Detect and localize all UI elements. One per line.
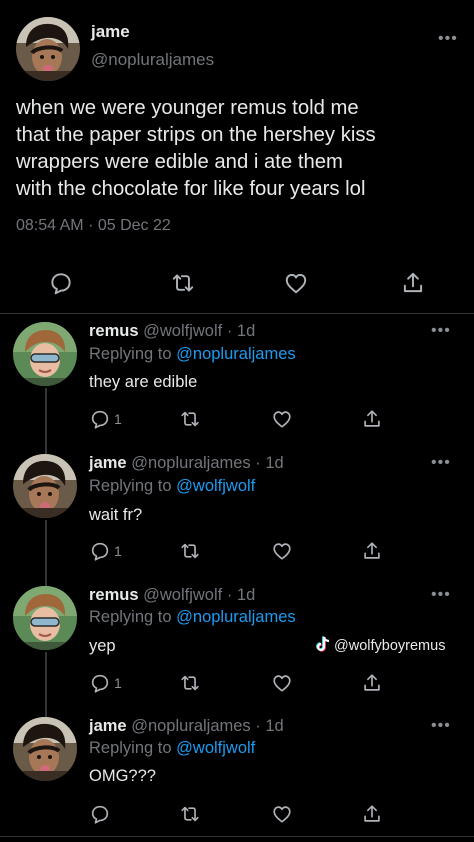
reply-text: they are edible <box>89 373 198 391</box>
retweet-icon[interactable] <box>179 408 201 430</box>
replying-to-label: Replying to <box>89 608 172 626</box>
reply-age: 1d <box>236 322 256 340</box>
separator: · <box>226 322 233 340</box>
more-icon[interactable]: ••• <box>431 454 451 472</box>
replying-to-handle[interactable]: @nopluraljames <box>176 345 295 363</box>
avatar-image <box>13 454 77 518</box>
avatar-image <box>13 322 77 386</box>
replying-to-label: Replying to <box>89 345 172 363</box>
separator: · <box>255 454 261 472</box>
display-name[interactable]: jame <box>91 22 130 42</box>
heart-icon[interactable] <box>271 803 293 825</box>
tweet-text-line: that the paper strips on the hershey kis… <box>16 124 376 146</box>
avatar[interactable] <box>13 586 77 650</box>
more-icon[interactable]: ••• <box>431 717 451 735</box>
reply-header: jame @nopluraljames · 1d <box>89 454 284 473</box>
reply-icon[interactable] <box>89 803 111 825</box>
handle[interactable]: @nopluraljames <box>131 454 250 472</box>
heart-icon[interactable] <box>283 270 309 296</box>
share-icon[interactable] <box>361 672 383 694</box>
replying-to-handle[interactable]: @wolfjwolf <box>176 739 255 757</box>
avatar[interactable] <box>13 717 77 781</box>
reply-text: yep <box>89 637 116 655</box>
tweet-date[interactable]: 05 Dec 22 <box>98 217 171 234</box>
timestamp: 08:54 AM · 05 Dec 22 <box>16 217 171 235</box>
tweet-text-line: wrappers were edible and i ate them <box>16 151 343 173</box>
reply-text: OMG??? <box>89 767 156 785</box>
tiktok-watermark: @wolfyboyremus <box>316 636 445 654</box>
reply-text: wait fr? <box>89 506 143 524</box>
avatar-image <box>16 17 80 81</box>
heart-icon[interactable] <box>271 408 293 430</box>
reply-header: remus @wolfjwolf · 1d <box>89 586 255 605</box>
avatar-image <box>13 586 77 650</box>
reply-header: jame @nopluraljames · 1d <box>89 717 284 736</box>
replying-to: Replying to @wolfjwolf <box>89 739 255 758</box>
thread-line <box>45 520 47 586</box>
separator: · <box>255 717 261 735</box>
avatar-image <box>13 717 77 781</box>
more-icon[interactable]: ••• <box>431 322 451 340</box>
handle[interactable]: @wolfjwolf <box>143 322 222 340</box>
replying-to: Replying to @wolfjwolf <box>89 477 255 496</box>
avatar[interactable] <box>13 454 77 518</box>
reply-header: remus @wolfjwolf · 1d <box>89 322 255 341</box>
heart-icon[interactable] <box>271 540 293 562</box>
separator: · <box>88 217 94 234</box>
thread-line <box>45 652 47 718</box>
handle[interactable]: @nopluraljames <box>91 50 214 70</box>
retweet-icon[interactable] <box>170 270 196 296</box>
tweet-time[interactable]: 08:54 AM <box>16 217 84 234</box>
reply-age: 1d <box>265 454 284 472</box>
more-icon[interactable]: ••• <box>431 586 451 604</box>
retweet-icon[interactable] <box>179 803 201 825</box>
replying-to-label: Replying to <box>89 477 172 495</box>
share-icon[interactable] <box>361 803 383 825</box>
replying-to-label: Replying to <box>89 739 172 757</box>
reply-count: 1 <box>114 411 122 427</box>
display-name[interactable]: remus <box>89 586 139 604</box>
replying-to: Replying to @nopluraljames <box>89 345 296 364</box>
replying-to-handle[interactable]: @nopluraljames <box>176 608 295 626</box>
avatar[interactable] <box>16 17 80 81</box>
replying-to: Replying to @nopluraljames <box>89 608 296 627</box>
tweet-text-line: with the chocolate for like four years l… <box>16 178 366 200</box>
divider <box>0 836 474 837</box>
reply-icon[interactable] <box>89 672 111 694</box>
heart-icon[interactable] <box>271 672 293 694</box>
watermark-handle: @wolfyboyremus <box>334 638 446 654</box>
avatar[interactable] <box>13 322 77 386</box>
share-icon[interactable] <box>361 540 383 562</box>
display-name[interactable]: remus <box>89 322 139 340</box>
reply-icon[interactable] <box>89 408 111 430</box>
tiktok-icon <box>316 636 330 652</box>
display-name[interactable]: jame <box>89 717 127 735</box>
more-icon[interactable]: ••• <box>438 30 458 48</box>
share-icon[interactable] <box>400 270 426 296</box>
reply-icon[interactable] <box>48 270 74 296</box>
replying-to-handle[interactable]: @wolfjwolf <box>176 477 255 495</box>
reply-icon[interactable] <box>89 540 111 562</box>
thread-line <box>45 388 47 454</box>
reply-age: 1d <box>236 586 256 604</box>
share-icon[interactable] <box>361 408 383 430</box>
tweet-text-line: when we were younger remus told me <box>16 97 359 119</box>
divider <box>0 313 474 314</box>
reply-count: 1 <box>114 543 122 559</box>
separator: · <box>226 586 233 604</box>
retweet-icon[interactable] <box>179 540 201 562</box>
retweet-icon[interactable] <box>179 672 201 694</box>
handle[interactable]: @nopluraljames <box>131 717 250 735</box>
handle[interactable]: @wolfjwolf <box>143 586 222 604</box>
display-name[interactable]: jame <box>89 454 127 472</box>
reply-count: 1 <box>114 675 122 691</box>
reply-age: 1d <box>265 717 284 735</box>
tweet-text: when we were younger remus told me that … <box>16 95 376 203</box>
